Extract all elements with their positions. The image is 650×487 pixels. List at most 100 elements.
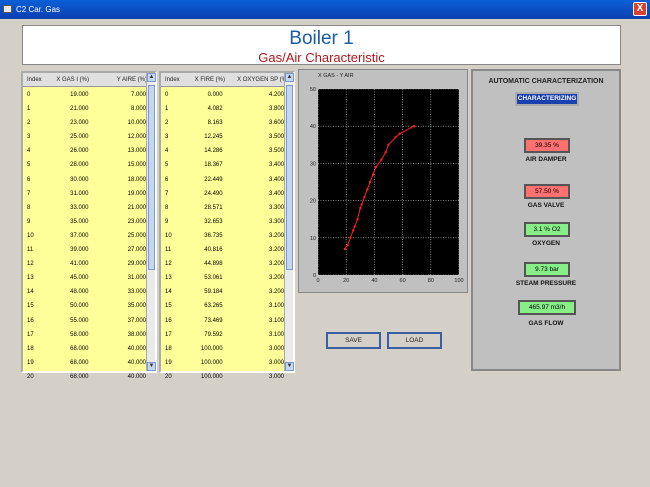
table-cell[interactable]: 35.000 bbox=[45, 215, 88, 229]
table-cell[interactable]: 19.000 bbox=[88, 187, 146, 201]
table-cell[interactable]: 6 bbox=[23, 173, 45, 187]
table-row[interactable]: 19 100.000 3.000 bbox=[161, 356, 284, 370]
table-cell[interactable]: 4.082 bbox=[182, 102, 223, 116]
table-cell[interactable]: 3.000 bbox=[223, 342, 284, 356]
scroll-up-icon[interactable]: ▲ bbox=[147, 73, 156, 82]
table-row[interactable]: 13 53.061 3.200 bbox=[161, 271, 284, 285]
table-cell[interactable]: 30.000 bbox=[45, 173, 88, 187]
scroll-down-icon[interactable]: ▼ bbox=[285, 362, 294, 371]
table-cell[interactable]: 7 bbox=[161, 187, 182, 201]
table-cell[interactable]: 50.000 bbox=[45, 299, 88, 313]
table-cell[interactable]: 3.300 bbox=[223, 201, 284, 215]
table-row[interactable]: 5 18.367 3.400 bbox=[161, 158, 284, 172]
table-cell[interactable]: 0 bbox=[161, 88, 182, 102]
table-cell[interactable]: 24.490 bbox=[182, 187, 222, 201]
table-cell[interactable]: 10.000 bbox=[88, 116, 146, 130]
table-cell[interactable]: 4 bbox=[161, 144, 182, 158]
table-cell[interactable]: 1 bbox=[23, 102, 45, 116]
table-row[interactable]: 19 68.000 40.000 bbox=[23, 356, 146, 370]
table-cell[interactable]: 3.800 bbox=[223, 102, 284, 116]
table-cell[interactable]: 11 bbox=[161, 243, 182, 257]
table-row[interactable]: 1 4.082 3.800 bbox=[161, 102, 284, 116]
table-cell[interactable]: 16 bbox=[161, 314, 182, 328]
table-cell[interactable]: 7.000 bbox=[88, 88, 146, 102]
table-row[interactable]: 13 45.000 31.000 bbox=[23, 271, 146, 285]
table-cell[interactable]: 100.000 bbox=[182, 342, 223, 356]
table-cell[interactable]: 53.061 bbox=[182, 271, 222, 285]
table-cell[interactable]: 8.163 bbox=[182, 116, 223, 130]
table-row[interactable]: 14 59.184 3.200 bbox=[161, 285, 284, 299]
vertical-scrollbar[interactable]: ▲ ▼ bbox=[146, 73, 156, 371]
table-cell[interactable]: 11 bbox=[23, 243, 45, 257]
table-cell[interactable]: 9 bbox=[161, 215, 182, 229]
table-cell[interactable]: 3.100 bbox=[223, 314, 284, 328]
table-row[interactable]: 2 23.000 10.000 bbox=[23, 116, 146, 130]
scroll-thumb[interactable] bbox=[286, 85, 293, 270]
table-row[interactable]: 15 50.000 35.000 bbox=[23, 299, 146, 313]
table-cell[interactable]: 23.000 bbox=[88, 215, 146, 229]
table-cell[interactable]: 25.000 bbox=[88, 229, 146, 243]
table-row[interactable]: 18 100.000 3.000 bbox=[161, 342, 284, 356]
table-cell[interactable]: 3.200 bbox=[223, 285, 284, 299]
table-cell[interactable]: 3.500 bbox=[223, 130, 284, 144]
table-cell[interactable]: 3 bbox=[23, 130, 45, 144]
table-cell[interactable]: 6 bbox=[161, 173, 182, 187]
table-cell[interactable]: 35.000 bbox=[88, 299, 146, 313]
table-cell[interactable]: 3 bbox=[161, 130, 182, 144]
table-cell[interactable]: 18 bbox=[23, 342, 45, 356]
table-cell[interactable]: 4.200 bbox=[223, 88, 284, 102]
table-row[interactable]: 7 24.490 3.400 bbox=[161, 187, 284, 201]
table-cell[interactable]: 14.286 bbox=[182, 144, 222, 158]
table-row[interactable]: 14 48.000 33.000 bbox=[23, 285, 146, 299]
table-cell[interactable]: 12.245 bbox=[182, 130, 222, 144]
table-cell[interactable]: 3.400 bbox=[223, 158, 284, 172]
table-cell[interactable]: 3.200 bbox=[223, 271, 284, 285]
table-row[interactable]: 12 41.000 29.000 bbox=[23, 257, 146, 271]
table-cell[interactable]: 10 bbox=[23, 229, 45, 243]
table-cell[interactable]: 19 bbox=[23, 356, 45, 370]
vertical-scrollbar[interactable]: ▲ ▼ bbox=[284, 73, 294, 371]
table-cell[interactable]: 27.000 bbox=[88, 243, 146, 257]
table-cell[interactable]: 5 bbox=[23, 158, 45, 172]
scroll-up-icon[interactable]: ▲ bbox=[285, 73, 294, 82]
table-row[interactable]: 12 44.898 3.200 bbox=[161, 257, 284, 271]
table-cell[interactable]: 55.000 bbox=[45, 314, 88, 328]
table-row[interactable]: 8 33.000 21.000 bbox=[23, 201, 146, 215]
table-cell[interactable]: 79.592 bbox=[182, 328, 222, 342]
table-row[interactable]: 11 39.000 27.000 bbox=[23, 243, 146, 257]
table-cell[interactable]: 7 bbox=[23, 187, 45, 201]
table-cell[interactable]: 13 bbox=[161, 271, 182, 285]
table-cell[interactable]: 12 bbox=[23, 257, 45, 271]
table-cell[interactable]: 15.000 bbox=[88, 158, 146, 172]
table-cell[interactable]: 37.000 bbox=[45, 229, 88, 243]
table-cell[interactable]: 32.653 bbox=[182, 215, 222, 229]
table-cell[interactable]: 40.000 bbox=[88, 356, 146, 370]
table-cell[interactable]: 3.500 bbox=[223, 144, 284, 158]
table-cell[interactable]: 3.200 bbox=[223, 229, 284, 243]
table-row[interactable]: 18 68.000 40.000 bbox=[23, 342, 146, 356]
table-cell[interactable]: 22.449 bbox=[182, 173, 222, 187]
table-row[interactable]: 10 36.735 3.200 bbox=[161, 229, 284, 243]
table-cell[interactable]: 14 bbox=[161, 285, 182, 299]
characterizing-button[interactable]: CHARACTERIZING bbox=[515, 92, 579, 106]
table-cell[interactable]: 1 bbox=[161, 102, 182, 116]
table-row[interactable]: 7 31.000 19.000 bbox=[23, 187, 146, 201]
table-row[interactable]: 5 28.000 15.000 bbox=[23, 158, 146, 172]
table-cell[interactable]: 73.469 bbox=[182, 314, 222, 328]
table-cell[interactable]: 3.100 bbox=[223, 328, 284, 342]
table-cell[interactable]: 29.000 bbox=[88, 257, 146, 271]
table-cell[interactable]: 3.000 bbox=[223, 370, 284, 384]
table-row[interactable]: 16 55.000 37.000 bbox=[23, 314, 146, 328]
table-row[interactable]: 10 37.000 25.000 bbox=[23, 229, 146, 243]
table-cell[interactable]: 15 bbox=[161, 299, 182, 313]
table-cell[interactable]: 20 bbox=[23, 370, 45, 384]
table-row[interactable]: 6 30.000 18.000 bbox=[23, 173, 146, 187]
table-row[interactable]: 11 40.816 3.200 bbox=[161, 243, 284, 257]
table-cell[interactable]: 41.000 bbox=[45, 257, 88, 271]
table-cell[interactable]: 17 bbox=[161, 328, 182, 342]
table-row[interactable]: 15 63.265 3.100 bbox=[161, 299, 284, 313]
table-cell[interactable]: 68.000 bbox=[45, 370, 88, 384]
table-cell[interactable]: 10 bbox=[161, 229, 182, 243]
table-cell[interactable]: 68.000 bbox=[45, 356, 88, 370]
table-cell[interactable]: 8.000 bbox=[88, 102, 146, 116]
